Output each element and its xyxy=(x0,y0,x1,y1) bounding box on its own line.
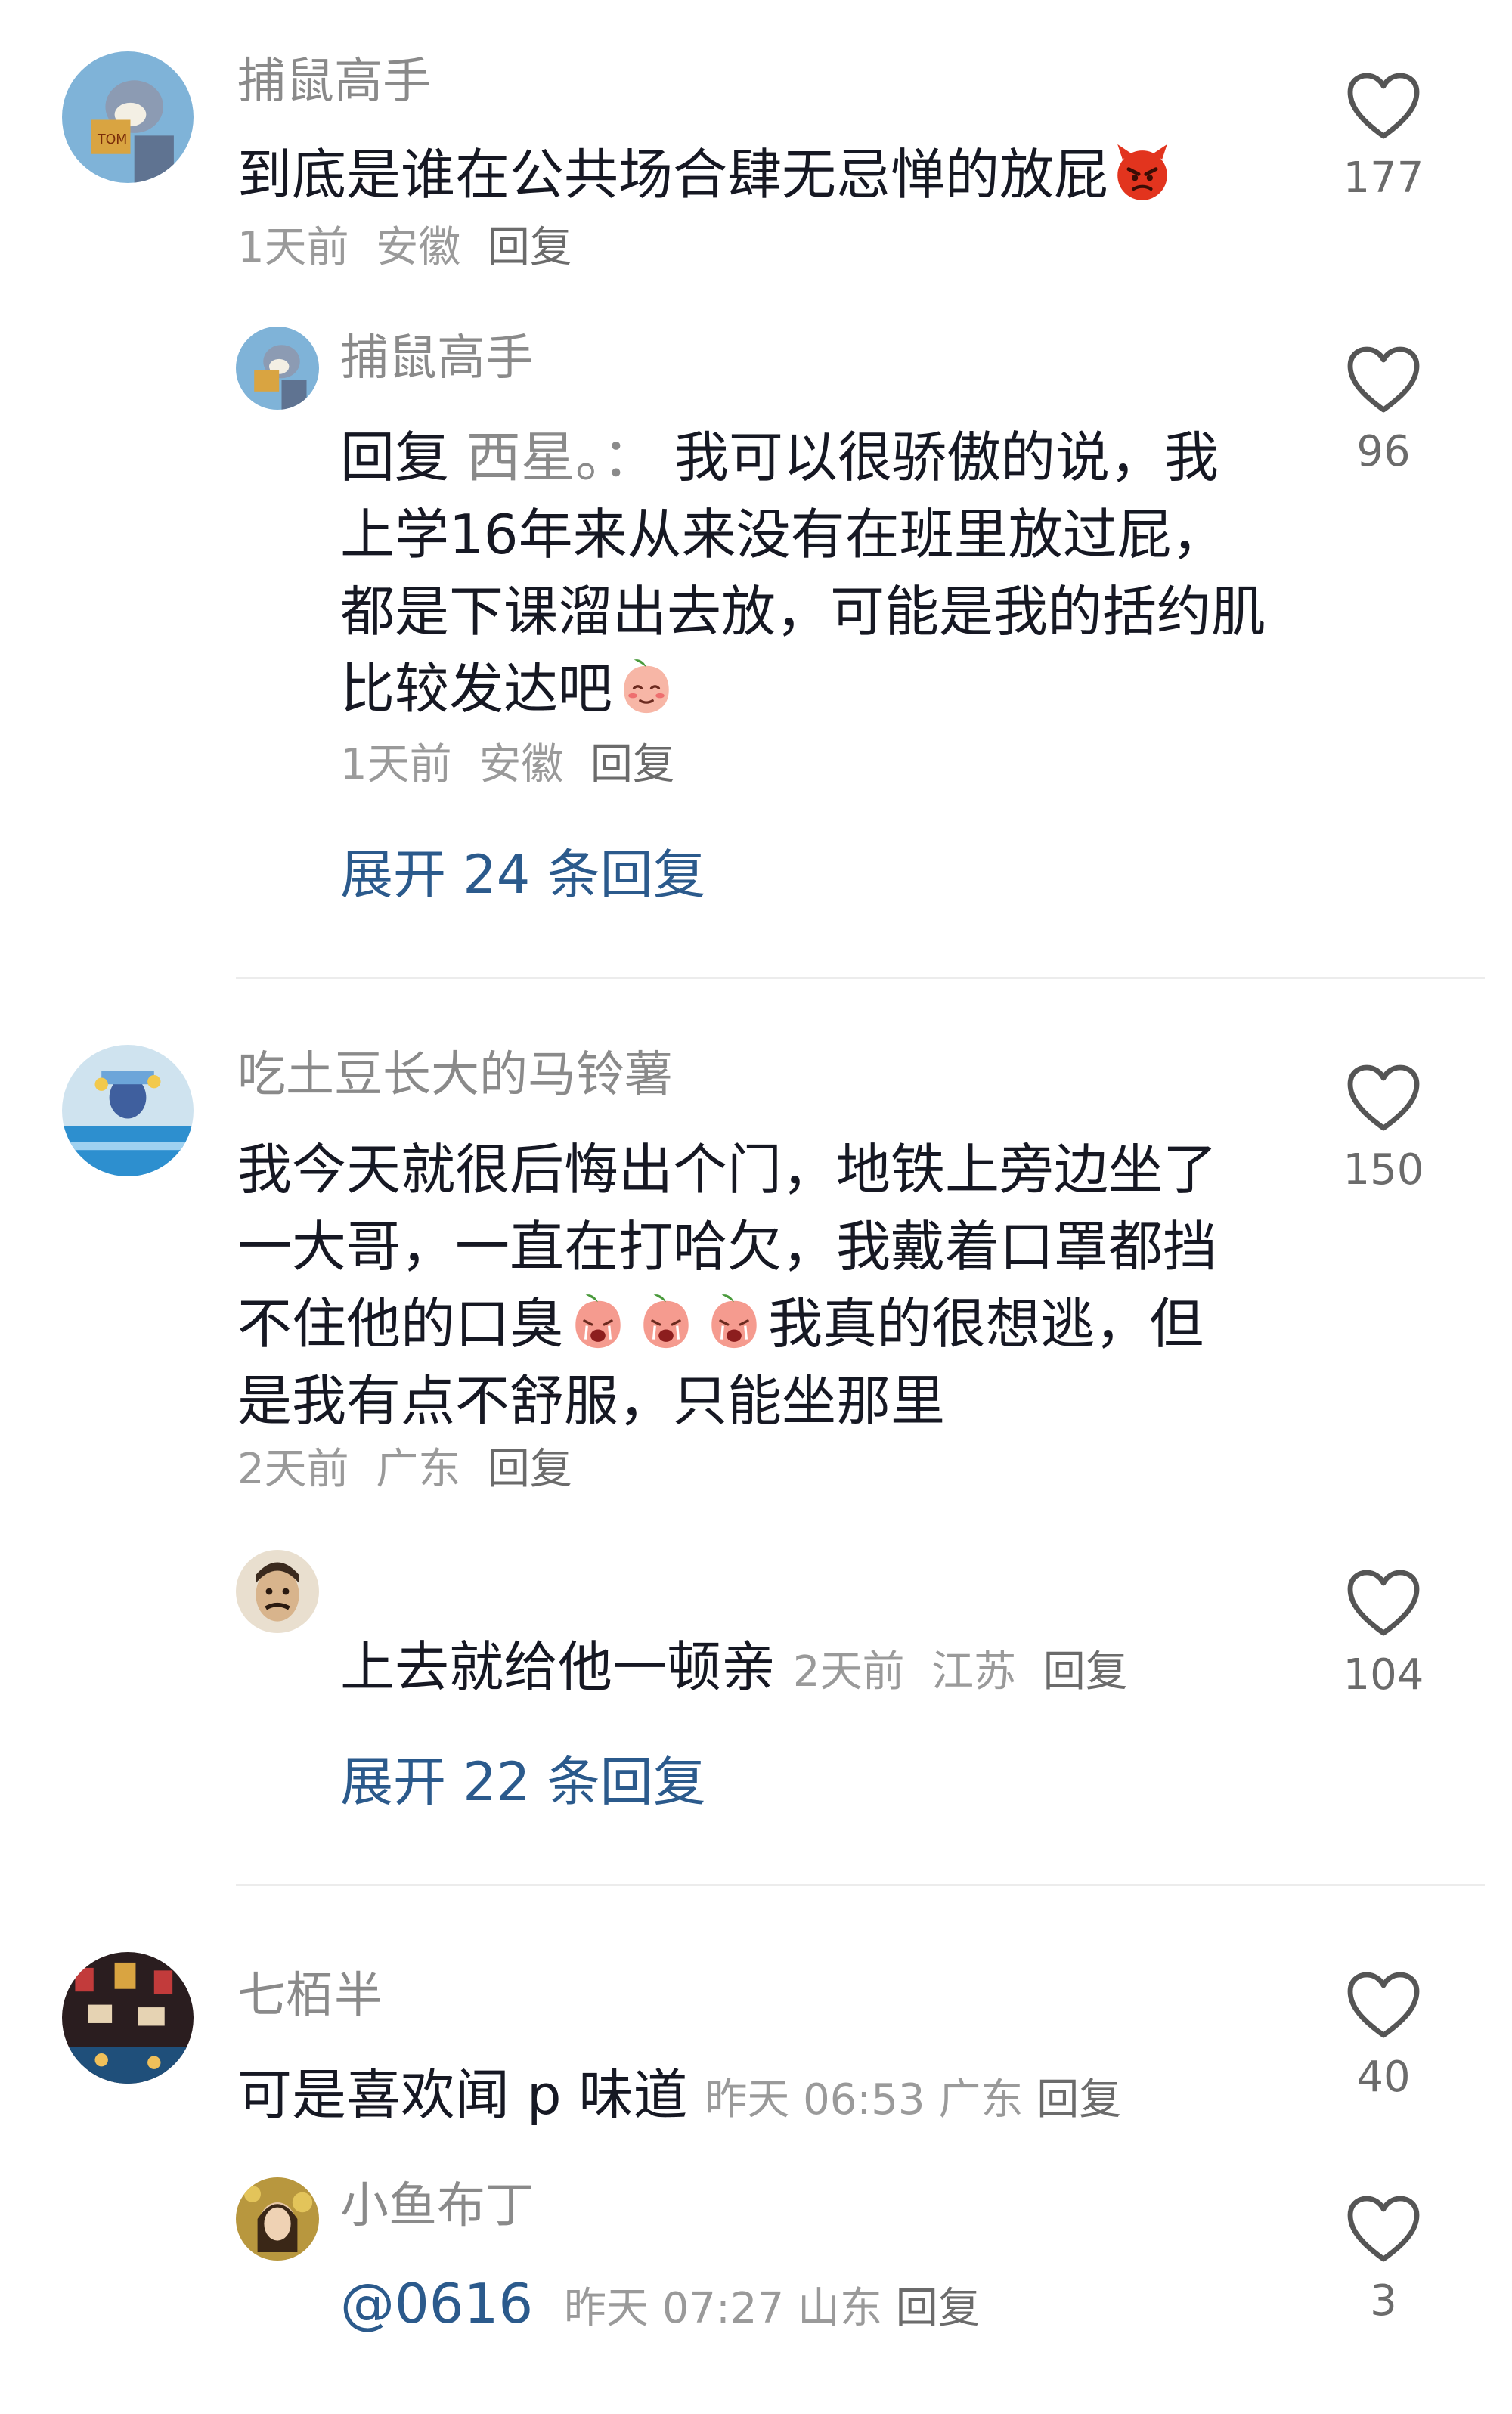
comment-author[interactable]: 七栢半 xyxy=(237,1972,383,2020)
reply-text: 上去就给他一顿亲 2天前 江苏 回复 xyxy=(340,1635,1128,1699)
comment-time: 1天前 xyxy=(237,223,349,272)
like-button[interactable]: 40 xyxy=(1323,1970,1444,2099)
reply-meta: 1天前 安徽 回复 xyxy=(340,744,675,786)
avatar[interactable] xyxy=(62,1952,194,2084)
heart-icon xyxy=(1347,1972,1420,2038)
heart-icon xyxy=(1347,1064,1420,1131)
reply-text: 回复 西星。： 我可以很骄傲的说，我上学16年来从来没有在班里放过屁，都是下课溜… xyxy=(340,426,1266,720)
comment-meta: 昨天 06:53 广东 回复 xyxy=(705,2075,1121,2124)
comment-time: 2天前 xyxy=(237,1445,349,1494)
avatar[interactable]: TOM xyxy=(62,51,194,183)
reply-avatar[interactable] xyxy=(236,2177,319,2261)
reply-meta: 昨天 07:27 山东 回复 xyxy=(550,2284,981,2333)
reply-location: 山东 xyxy=(797,2284,882,2333)
like-button[interactable]: 104 xyxy=(1323,1568,1444,1697)
reply-to-user[interactable]: 西星。： xyxy=(466,426,657,489)
like-button[interactable]: 3 xyxy=(1323,2194,1444,2323)
expand-replies-link[interactable]: 展开 24 条回复 xyxy=(340,848,706,901)
crying-peach-emoji xyxy=(635,1290,697,1352)
like-count: 96 xyxy=(1356,427,1411,476)
reply-avatar[interactable] xyxy=(236,327,319,410)
heart-icon xyxy=(1347,73,1420,139)
comment-text: 可是喜欢闻 p 味道 昨天 06:53 广东 回复 xyxy=(237,2063,1122,2127)
divider xyxy=(236,1884,1485,1886)
crying-peach-emoji xyxy=(567,1290,629,1352)
heart-icon xyxy=(1347,346,1420,413)
like-count: 177 xyxy=(1343,153,1424,203)
reply-time: 1天前 xyxy=(340,740,452,789)
heart-icon xyxy=(1347,1570,1420,1636)
reply-meta: 2天前 江苏 回复 xyxy=(793,1647,1128,1697)
crying-peach-emoji xyxy=(703,1290,765,1352)
comment-time: 昨天 06:53 xyxy=(705,2075,925,2124)
reply-text: @0616 昨天 07:27 山东 回复 xyxy=(340,2265,981,2347)
reply-author[interactable]: 捕鼠高手 xyxy=(340,334,534,383)
comment-author[interactable]: 捕鼠高手 xyxy=(237,57,431,106)
reply-location: 江苏 xyxy=(931,1647,1017,1697)
expand-replies-link[interactable]: 展开 22 条回复 xyxy=(340,1755,706,1808)
like-count: 104 xyxy=(1343,1650,1424,1700)
reply-button[interactable]: 回复 xyxy=(896,2284,981,2333)
reply-button[interactable]: 回复 xyxy=(1043,1647,1128,1697)
comment-location: 安徽 xyxy=(376,223,461,272)
comment-location: 广东 xyxy=(376,1445,461,1494)
reply-time: 2天前 xyxy=(792,1647,905,1697)
mention-link[interactable]: @0616 xyxy=(340,2272,533,2335)
svg-text:TOM: TOM xyxy=(97,132,127,147)
angry-devil-emoji xyxy=(1111,141,1173,203)
comment-location: 广东 xyxy=(938,2075,1024,2124)
comment-meta: 1天前 安徽 回复 xyxy=(237,227,572,269)
like-button[interactable]: 177 xyxy=(1323,71,1444,200)
like-count: 40 xyxy=(1356,2053,1411,2102)
reply-author[interactable]: 小鱼布丁 xyxy=(340,2182,534,2230)
reply-location: 安徽 xyxy=(479,740,564,789)
reply-prefix: 回复 xyxy=(340,426,450,489)
reply-time: 昨天 07:27 xyxy=(563,2284,785,2333)
comment-author[interactable]: 吃土豆长大的马铃薯 xyxy=(237,1051,673,1099)
heart-icon xyxy=(1347,2196,1420,2262)
reply-button[interactable]: 回复 xyxy=(590,740,675,789)
reply-button[interactable]: 回复 xyxy=(1036,2075,1121,2124)
comment-text: 我今天就很后悔出个门，地铁上旁边坐了一大哥，一直在打哈欠，我戴着口罩都挡不住他的… xyxy=(237,1138,1218,1433)
reply-button[interactable]: 回复 xyxy=(488,1445,572,1494)
avatar[interactable] xyxy=(62,1045,194,1176)
comment-meta: 2天前 广东 回复 xyxy=(237,1449,572,1491)
like-button[interactable]: 96 xyxy=(1323,345,1444,473)
like-count: 3 xyxy=(1370,2276,1397,2326)
shy-peach-emoji xyxy=(615,655,677,717)
comment-text: 到底是谁在公共场合肆无忌惮的放屁 xyxy=(237,136,1296,213)
like-count: 150 xyxy=(1343,1145,1424,1195)
reply-button[interactable]: 回复 xyxy=(488,223,572,272)
divider xyxy=(236,977,1485,979)
like-button[interactable]: 150 xyxy=(1323,1063,1444,1192)
reply-avatar[interactable] xyxy=(236,1550,319,1633)
